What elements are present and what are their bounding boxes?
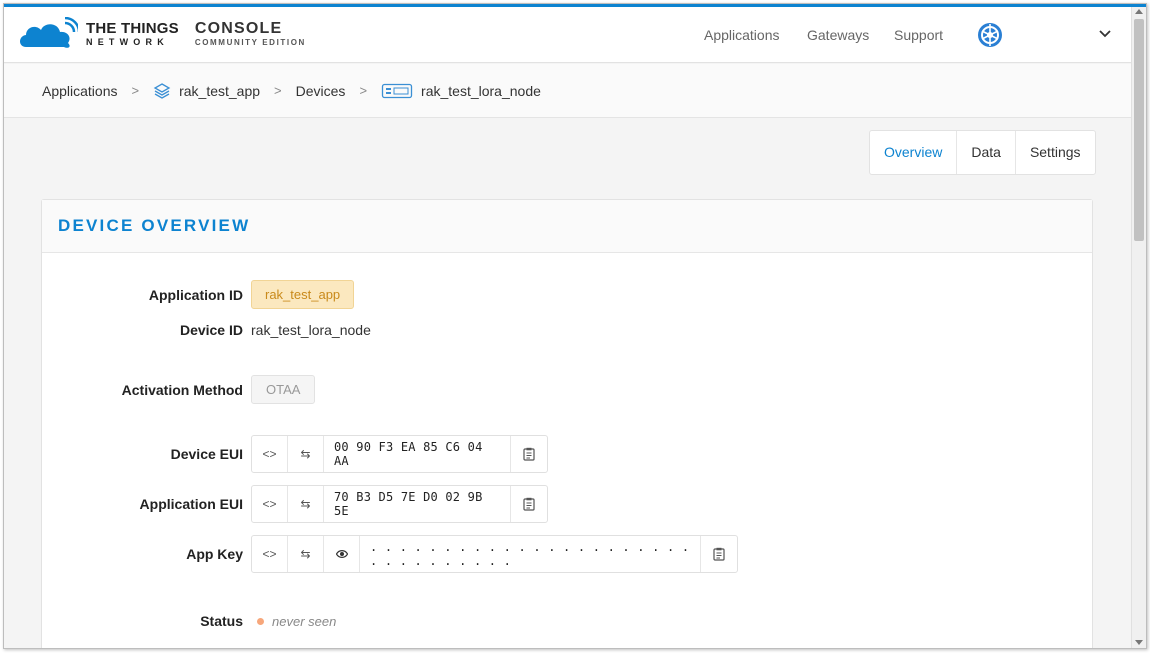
clipboard-icon [523, 447, 535, 461]
device-id-label: Device ID [179, 322, 243, 338]
breadcrumb: Applications > rak_test_app > Devices > … [4, 64, 1132, 118]
code-toggle-icon[interactable]: <> [252, 436, 288, 472]
activation-method-label: Activation Method [121, 381, 243, 398]
device-eui-box: <> ⇆ 00 90 F3 EA 85 C6 04 AA [251, 435, 548, 473]
user-avatar-icon[interactable] [976, 21, 1004, 49]
chevron-down-icon[interactable] [1098, 27, 1112, 41]
scroll-thumb[interactable] [1134, 19, 1144, 241]
ttn-line1: THE THINGS [86, 20, 179, 37]
reveal-button[interactable] [324, 536, 360, 572]
panel-title: DEVICE OVERVIEW [58, 216, 251, 235]
byte-swap-icon[interactable]: ⇆ [288, 486, 324, 522]
row-device-id: Device ID rak_test_lora_node [42, 322, 371, 338]
clipboard-icon [523, 497, 535, 511]
scroll-down-arrow-icon[interactable] [1135, 640, 1143, 645]
tab-settings[interactable]: Settings [1016, 131, 1095, 174]
scroll-up-arrow-icon[interactable] [1135, 9, 1143, 14]
tab-data[interactable]: Data [957, 131, 1016, 174]
row-app-key: App Key <> ⇆ . . . . . . . . . . . . . .… [42, 535, 738, 573]
ttn-wordmark: THE THINGS NETWORK [86, 21, 179, 47]
nav-support-wrap: Support [894, 7, 943, 63]
device-eui-value[interactable]: 00 90 F3 EA 85 C6 04 AA [324, 436, 511, 472]
row-activation: Activation Method OTAA [42, 375, 316, 404]
activation-method-badge: OTAA [251, 375, 316, 404]
status-value: never seen [272, 613, 337, 629]
nav-applications-wrap: Applications [704, 7, 780, 63]
row-device-eui: Device EUI <> ⇆ 00 90 F3 EA 85 C6 04 AA [42, 435, 548, 473]
application-eui-value[interactable]: 70 B3 D5 7E D0 02 9B 5E [324, 486, 511, 522]
nav-applications[interactable]: Applications [704, 27, 780, 43]
breadcrumb-applications[interactable]: Applications [42, 83, 118, 99]
device-overview-panel: DEVICE OVERVIEW Application ID rak_test_… [41, 199, 1093, 648]
cloud-logo-icon [20, 17, 78, 48]
browser-frame: THE THINGS NETWORK CONSOLE COMMUNITY EDI… [3, 3, 1147, 649]
row-application-id: Application ID rak_test_app [42, 280, 355, 309]
breadcrumb-devices[interactable]: Devices [296, 83, 346, 99]
copy-button[interactable] [511, 436, 547, 472]
nav-gateways[interactable]: Gateways [807, 27, 869, 43]
app-key-box: <> ⇆ . . . . . . . . . . . . . . . . . .… [251, 535, 738, 573]
ttn-line2: NETWORK [86, 37, 169, 47]
code-toggle-icon[interactable]: <> [252, 536, 288, 572]
breadcrumb-separator: > [359, 83, 368, 98]
application-id-badge[interactable]: rak_test_app [251, 280, 355, 309]
device-id-value: rak_test_lora_node [251, 322, 371, 338]
status-dot-icon [257, 617, 264, 625]
application-id-label: Application ID [148, 286, 243, 303]
breadcrumb-device[interactable]: rak_test_lora_node [421, 83, 541, 99]
app-key-value[interactable]: . . . . . . . . . . . . . . . . . . . . … [360, 536, 701, 572]
header: THE THINGS NETWORK CONSOLE COMMUNITY EDI… [4, 7, 1132, 63]
code-toggle-icon[interactable]: <> [252, 486, 288, 522]
device-tabs: Overview Data Settings [869, 130, 1096, 175]
breadcrumb-separator: > [274, 83, 282, 98]
layers-icon [153, 82, 171, 99]
device-eui-label: Device EUI [170, 446, 243, 462]
nav-gateways-wrap: Gateways [807, 7, 869, 63]
console-line2: COMMUNITY EDITION [194, 38, 306, 47]
breadcrumb-app[interactable]: rak_test_app [179, 83, 260, 99]
copy-button[interactable] [511, 486, 547, 522]
application-eui-label: Application EUI [139, 496, 243, 512]
ttn-logo[interactable]: THE THINGS NETWORK CONSOLE COMMUNITY EDI… [16, 17, 306, 51]
nav-support[interactable]: Support [894, 27, 943, 43]
vertical-scrollbar[interactable] [1131, 7, 1146, 648]
byte-swap-icon[interactable]: ⇆ [288, 436, 324, 472]
application-eui-box: <> ⇆ 70 B3 D5 7E D0 02 9B 5E [251, 485, 548, 523]
byte-swap-icon[interactable]: ⇆ [288, 536, 324, 572]
breadcrumb-separator: > [131, 83, 140, 98]
panel-header: DEVICE OVERVIEW [42, 200, 1092, 253]
status-label: Status [200, 613, 243, 629]
console-line1: CONSOLE [194, 20, 283, 37]
tab-overview[interactable]: Overview [870, 131, 958, 174]
copy-button[interactable] [701, 536, 737, 572]
console-wordmark: CONSOLE COMMUNITY EDITION [195, 21, 306, 47]
row-status: Status never seen [42, 613, 336, 629]
app-key-label: App Key [186, 546, 243, 562]
row-application-eui: Application EUI <> ⇆ 70 B3 D5 7E D0 02 9… [42, 485, 548, 523]
eye-icon [335, 550, 348, 558]
clipboard-icon [713, 547, 725, 561]
device-icon [381, 83, 413, 98]
